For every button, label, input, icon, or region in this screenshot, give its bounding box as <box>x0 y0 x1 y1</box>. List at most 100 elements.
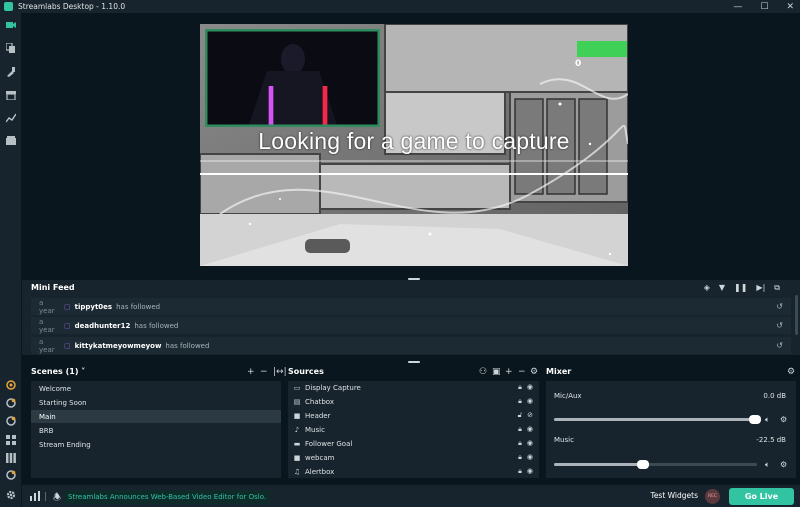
webcam-source[interactable] <box>205 29 380 127</box>
source-item[interactable]: ♪ Music 🔒︎ ◉ <box>288 423 539 436</box>
speaker-icon[interactable]: 🔈︎ <box>765 415 770 425</box>
twitch-icon: ▢ <box>64 341 71 350</box>
footer-divider <box>45 492 46 501</box>
maximize-button[interactable]: ☐ <box>760 2 768 12</box>
skip-icon[interactable]: ▶| <box>756 283 765 293</box>
lock-icon[interactable]: 🔒︎ <box>518 383 522 392</box>
visibility-icon[interactable]: ◉ <box>527 425 533 434</box>
replay-icon[interactable]: ↺ <box>776 341 783 350</box>
volume-slider-knob[interactable] <box>637 460 649 469</box>
filter-icon[interactable]: ▼ <box>719 283 725 293</box>
pause-icon[interactable]: ❚❚ <box>734 283 747 293</box>
performance-stats-icon[interactable] <box>30 491 40 501</box>
scenes-list: Welcome Starting Soon Main BRB Stream En… <box>31 381 281 478</box>
source-item[interactable]: ▬ Follower Goal 🔒︎ ◉ <box>288 437 539 450</box>
volume-slider[interactable] <box>554 415 761 424</box>
lock-icon[interactable]: 🔒︎ <box>518 453 522 462</box>
scene-item[interactable]: Stream Ending <box>31 438 281 451</box>
feed-action: has followed <box>165 341 210 350</box>
hidden-icon[interactable]: ⊘ <box>527 411 533 420</box>
apps-icon[interactable] <box>5 397 17 409</box>
remove-scene-icon[interactable]: − <box>260 367 268 377</box>
record-button[interactable]: REC <box>705 489 720 504</box>
lock-scene-icon[interactable]: ⚇ <box>479 367 487 377</box>
go-live-button[interactable]: Go Live <box>729 488 794 505</box>
profile-icon[interactable] <box>5 469 17 481</box>
visibility-icon[interactable]: ◉ <box>527 439 533 448</box>
source-item[interactable]: ▭ Display Capture 🔒︎ ◉ <box>288 381 539 394</box>
cloud-icon[interactable] <box>5 415 17 427</box>
scenes-title[interactable]: Scenes (1) ˅ <box>31 367 85 376</box>
replay-icon[interactable]: ↺ <box>776 302 783 311</box>
replay-icon[interactable]: ↺ <box>776 321 783 330</box>
minimize-button[interactable]: — <box>733 2 742 12</box>
source-item[interactable]: ■ webcam 🔒︎ ◉ <box>288 451 539 464</box>
source-settings-icon[interactable]: ⚙ <box>530 367 538 377</box>
folder-icon: ■ <box>293 411 301 420</box>
add-folder-icon[interactable]: ▣ <box>492 367 501 377</box>
volume-slider[interactable] <box>554 460 757 469</box>
camera-icon[interactable] <box>5 19 17 31</box>
mixer-panel: Mic/Aux 0.0 dB 🔈︎ ⚙ Music -22.5 dB 🔈︎ ⚙ <box>546 381 796 478</box>
footer-bar: 🕭︎ Streamlabs Announces Web-Based Video … <box>22 484 800 507</box>
feed-item: a year ▢ deadhunter12 has followed ↺ <box>31 317 791 334</box>
speaker-icon[interactable]: 🔈︎ <box>765 460 770 470</box>
feed-user: deadhunter12 <box>74 321 131 330</box>
channel-settings-icon[interactable]: ⚙ <box>780 460 787 469</box>
visibility-icon[interactable]: ◉ <box>527 453 533 462</box>
follower-goal-bar <box>577 41 627 57</box>
source-item[interactable]: ▤ Chatbox 🔒︎ ◉ <box>288 395 539 408</box>
scene-item[interactable]: Welcome <box>31 382 281 395</box>
sources-list: ▭ Display Capture 🔒︎ ◉ ▤ Chatbox 🔒︎ ◉ ■ Heade… <box>288 381 539 478</box>
visibility-icon[interactable]: ◉ <box>527 467 533 476</box>
unlock-icon[interactable]: 🔓︎ <box>518 411 523 420</box>
visibility-icon[interactable]: ◉ <box>527 383 533 392</box>
scene-item[interactable]: Starting Soon <box>31 396 281 409</box>
shield-icon[interactable]: ◈ <box>704 283 710 293</box>
window-controls: — ☐ ✕ <box>733 0 794 13</box>
goal-icon: ▬ <box>293 439 301 448</box>
remove-source-icon[interactable]: − <box>518 367 526 377</box>
dashboard-icon[interactable] <box>5 379 17 391</box>
popout-icon[interactable]: ⧉ <box>774 283 780 293</box>
window-title: Streamlabs Desktop - 1.10.0 <box>18 2 126 11</box>
store-icon[interactable] <box>5 89 17 101</box>
media-icon[interactable] <box>5 135 17 147</box>
feed-time: a year <box>39 298 55 315</box>
volume-slider-knob[interactable] <box>749 415 761 424</box>
lock-icon[interactable]: 🔒︎ <box>518 467 522 476</box>
twitch-icon: ▢ <box>64 321 71 330</box>
test-widgets-button[interactable]: Test Widgets <box>651 491 698 500</box>
visibility-icon[interactable]: ◉ <box>527 397 533 406</box>
scene-item[interactable]: BRB <box>31 424 281 437</box>
mixer-channel-name: Music <box>554 436 574 444</box>
follower-goal-value: 0 <box>575 59 582 69</box>
feed-item: a year ▢ tippyt0es has followed ↺ <box>31 298 791 315</box>
source-item[interactable]: ■ Header 🔓︎ ⊘ <box>288 409 539 422</box>
add-source-icon[interactable]: + <box>505 367 513 377</box>
mini-feed-controls: ◈ ▼ ❚❚ ▶| ⧉ <box>704 283 780 293</box>
layers-icon[interactable] <box>5 42 17 54</box>
scene-item-selected[interactable]: Main <box>31 410 281 423</box>
transition-icon[interactable]: |↔| <box>273 367 287 377</box>
themes-icon[interactable] <box>5 66 17 78</box>
mini-feed-scrollbar[interactable] <box>795 295 798 335</box>
channel-settings-icon[interactable]: ⚙ <box>780 415 787 424</box>
close-button[interactable]: ✕ <box>786 2 794 12</box>
lock-icon[interactable]: 🔒︎ <box>518 425 522 434</box>
mixer-settings-icon[interactable]: ⚙ <box>787 367 795 377</box>
folder-icon: ■ <box>293 453 301 462</box>
source-item[interactable]: ♫ Alertbox 🔒︎ ◉ <box>288 465 539 478</box>
grid-icon[interactable] <box>5 434 17 446</box>
library-icon[interactable] <box>5 452 17 464</box>
add-scene-icon[interactable]: + <box>247 367 255 377</box>
settings-icon[interactable] <box>5 489 17 501</box>
lock-icon[interactable]: 🔒︎ <box>518 397 522 406</box>
twitch-icon: ▢ <box>64 302 71 311</box>
news-banner[interactable]: Streamlabs Announces Web-Based Video Edi… <box>64 490 271 504</box>
mini-feed-title: Mini Feed <box>31 283 75 292</box>
feed-user: tippyt0es <box>74 302 113 311</box>
stream-preview[interactable]: 0 Looking for a game to capture <box>200 24 628 266</box>
lock-icon[interactable]: 🔒︎ <box>518 439 522 448</box>
stats-icon[interactable] <box>5 112 17 124</box>
